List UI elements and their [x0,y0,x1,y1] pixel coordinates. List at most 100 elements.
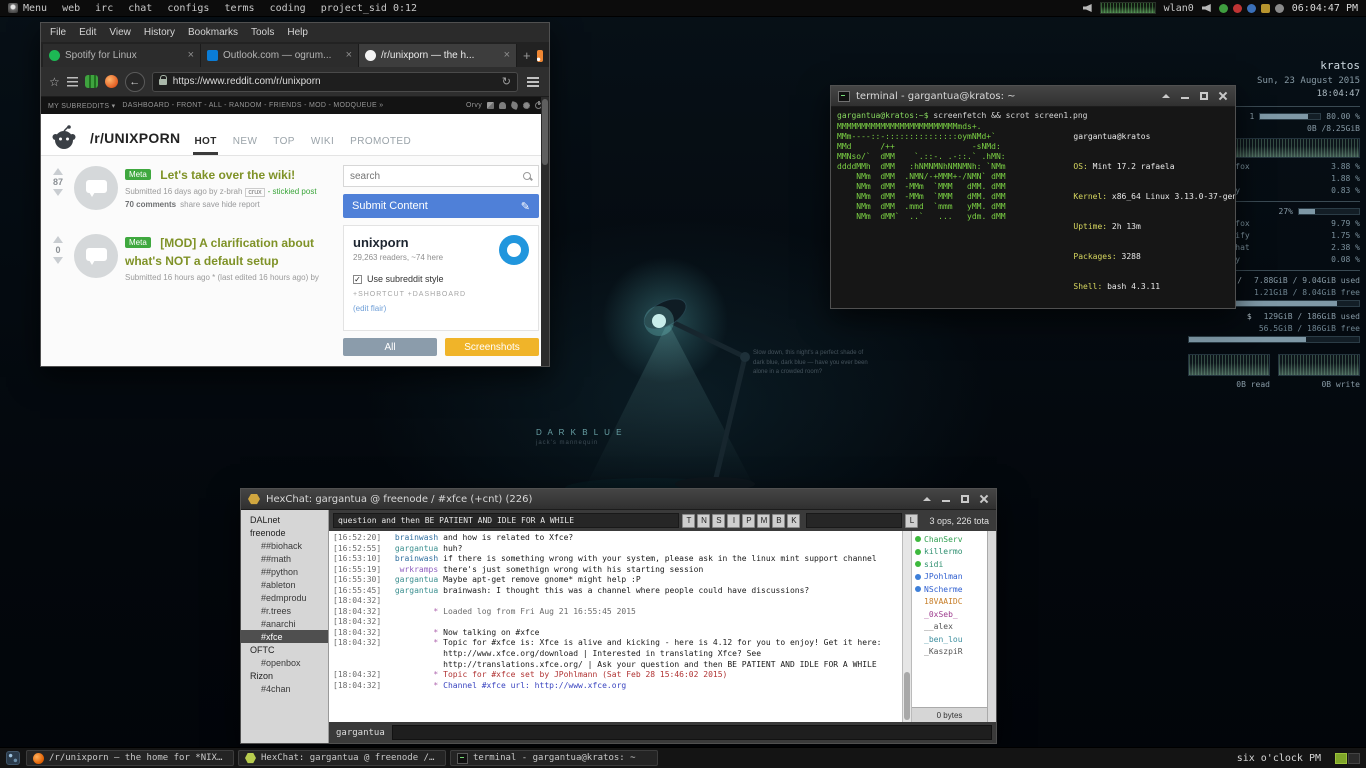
channel-tree-item[interactable]: #edmprodu [241,591,328,604]
panel-launcher[interactable]: configs [167,3,209,14]
close-button[interactable] [979,494,989,504]
panel-launcher[interactable]: irc [95,3,113,14]
minimize-button[interactable] [1180,91,1190,101]
message-input[interactable] [391,725,992,740]
channel-mode-button[interactable]: I [727,513,741,528]
limit-mode-button[interactable]: L [905,513,919,528]
sort-tab[interactable]: PROMOTED [349,132,412,155]
panel-launcher[interactable]: chat [128,3,152,14]
limit-field[interactable] [806,513,903,528]
upvote-arrow[interactable] [53,236,63,243]
link-flair-tag[interactable]: Meta [125,169,151,180]
workspace-cell[interactable] [1335,752,1347,764]
channel-mode-button[interactable]: P [742,513,756,528]
taskbar-window-button[interactable]: terminal - gargantua@kratos: ~ [450,750,658,766]
search-input[interactable] [350,170,519,182]
channel-tree-item[interactable]: ##biohack [241,539,328,552]
hamburger-menu-icon[interactable] [525,75,541,89]
channel-mode-button[interactable]: N [697,513,711,528]
channel-mode-button[interactable]: K [787,513,801,528]
new-tab-button[interactable] [523,48,531,63]
sort-tab[interactable]: TOP [272,132,296,155]
community-name[interactable]: unixporn [353,235,443,250]
browser-tab[interactable]: /r/unixporn — the h... [359,44,517,67]
maximize-button[interactable] [960,494,970,504]
rss-icon[interactable] [536,50,543,62]
user-list-item[interactable]: __alex [915,621,984,634]
link-flair-tag[interactable]: Meta [125,237,151,248]
scrollbar-thumb[interactable] [542,99,548,165]
user-list-item[interactable]: NScherme [915,583,984,596]
menubar-item[interactable]: Edit [79,27,96,38]
my-subreddits-dropdown[interactable]: MY SUBREDDITS [48,102,115,110]
user-list-item[interactable]: sidi [915,558,984,571]
chat-scrollbar[interactable] [902,531,911,722]
extension-icon-green[interactable] [84,75,98,88]
taskbar-window-button[interactable]: HexChat: gargantua @ freenode /... [238,750,446,766]
user-list-item[interactable]: killermo [915,546,984,559]
browser-tab[interactable]: Outlook.com — ogrum... [201,44,359,67]
shortcut-links[interactable]: +SHORTCUT +DASHBOARD [353,291,529,298]
channel-tree-item[interactable]: #anarchi [241,617,328,630]
username-link[interactable]: Orvy [466,102,482,109]
panel-launcher[interactable]: coding [270,3,306,14]
channel-tree-item[interactable]: #4chan [241,682,328,695]
post-actions[interactable]: 70 comments share save hide report [125,200,335,209]
channel-tree-item[interactable]: ##python [241,565,328,578]
post-thumbnail[interactable] [74,166,118,210]
sort-tab[interactable]: NEW [232,132,259,155]
tray-icon[interactable] [1274,3,1284,13]
tray-icon[interactable] [1218,3,1228,13]
taskbar-window-button[interactable]: /r/unixporn — the home for *NIX... [26,750,234,766]
submit-content-button[interactable]: Submit Content [343,194,539,218]
post-actions[interactable] [125,286,335,295]
modtools-wrench-icon[interactable] [510,101,519,110]
menubar-item[interactable]: Tools [251,27,274,38]
tab-close-icon[interactable] [346,50,352,61]
channel-tree-item[interactable]: #openbox [241,656,328,669]
tab-close-icon[interactable] [504,50,510,61]
edit-flair-link[interactable]: (edit flair) [353,304,529,313]
panel-launcher[interactable]: terms [224,3,254,14]
search-box[interactable] [343,165,539,187]
extension-icon-orange[interactable] [104,75,118,88]
menubar-item[interactable]: Help [287,27,308,38]
subreddit-nav-links[interactable]: DASHBOARD - FRONT - ALL - RANDOM - FRIEN… [122,102,383,109]
message-log[interactable]: [16:52:20] brainwash and how is related … [329,531,902,722]
user-list-item[interactable]: _0xSeb_ [915,608,984,621]
channel-tree-item[interactable]: #xfce [241,630,328,643]
terminal-output[interactable]: gargantua@kratos:~$ screenfetch && scrot… [831,107,1235,308]
url-bar[interactable]: https://www.reddit.com/r/unixporn [151,71,518,92]
filter-button[interactable]: All [343,338,437,356]
workspace-cell[interactable] [1348,752,1360,764]
shade-button[interactable] [922,494,932,504]
reading-list-icon[interactable] [66,76,78,87]
use-subreddit-style-checkbox[interactable] [353,274,362,284]
page-scrollbar[interactable] [541,97,549,366]
menubar-item[interactable]: History [144,27,175,38]
network-interface-label[interactable]: wlan0 [1164,3,1194,14]
fuzzy-clock[interactable]: six o'clock PM [1237,753,1321,764]
terminal-titlebar[interactable]: terminal - gargantua@kratos: ~ [831,86,1235,107]
downvote-arrow[interactable] [53,257,63,264]
applications-menu-button[interactable]: Menu [8,3,47,14]
user-list-item[interactable]: _ben_lou [915,633,984,646]
shade-button[interactable] [1161,91,1171,101]
menubar-item[interactable]: File [50,27,66,38]
channel-tree-item[interactable]: OFTC [241,643,328,656]
subreddit-title[interactable]: /r/UNIXPORN [90,130,180,146]
reload-icon[interactable] [502,75,511,88]
channel-tree-item[interactable]: Rizon [241,669,328,682]
user-list-item[interactable]: ChanServ [915,533,984,546]
channel-tree-item[interactable]: freenode [241,526,328,539]
downvote-arrow[interactable] [53,189,63,196]
nick-button[interactable]: gargantua [333,728,388,738]
reddit-snoo-icon[interactable] [51,125,77,151]
channel-tree-item[interactable]: #r.trees [241,604,328,617]
userlist-scrollbar[interactable] [987,531,996,722]
post-title[interactable]: [MOD] A clarification about what's NOT a… [125,236,314,268]
sort-tab[interactable]: WIKI [310,132,335,155]
tray-icon[interactable] [1260,3,1270,13]
tray-icon[interactable] [1246,3,1256,13]
maximize-button[interactable] [1199,91,1209,101]
